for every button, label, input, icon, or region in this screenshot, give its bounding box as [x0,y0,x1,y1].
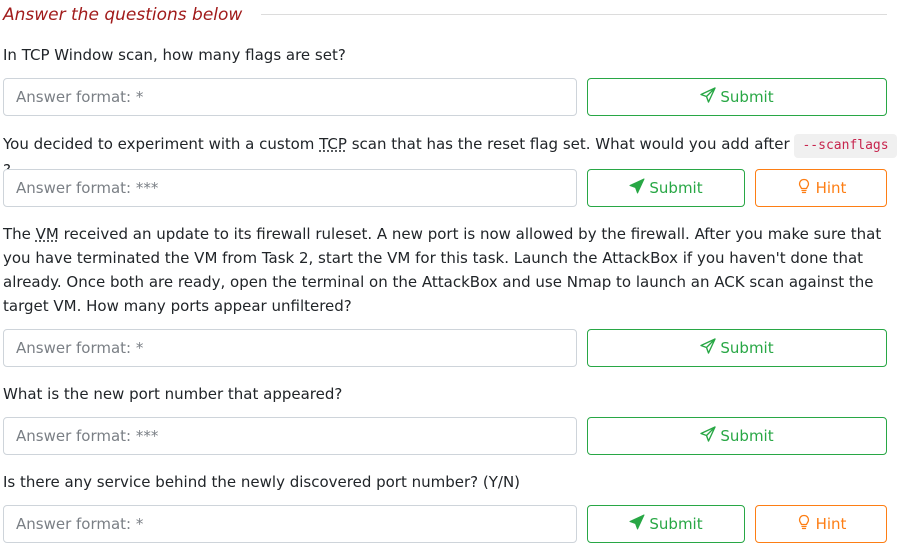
question-2-submit-button[interactable]: Submit [587,169,745,207]
question-2-text-middle: scan that has the reset flag set. What w… [346,135,795,153]
lightbulb-icon [796,514,812,534]
scanflags-code: --scanflags [794,134,897,158]
question-2-text-start: You decided to experiment with a custom [3,135,320,153]
paper-plane-icon [700,338,717,358]
header-divider [261,14,887,15]
paper-plane-icon [629,178,645,198]
section-title: Answer the questions below [3,5,243,25]
submit-label: Submit [649,179,703,197]
question-5-hint-button[interactable]: Hint [755,505,887,543]
tcp-abbreviation: TCP [319,135,347,153]
question-3-text-rest: received an update to its firewall rules… [3,225,882,315]
question-4-submit-button[interactable]: Submit [587,417,887,455]
question-4-answer-input[interactable] [3,417,577,455]
question-1-answer-input[interactable] [3,78,577,116]
question-3-answer-input[interactable] [3,329,577,367]
question-5-submit-button[interactable]: Submit [587,505,745,543]
question-2-hint-button[interactable]: Hint [755,169,887,207]
question-3-text: The VM received an update to its firewal… [3,222,887,318]
hint-label: Hint [815,179,847,197]
question-5-text: Is there any service behind the newly di… [3,473,521,491]
paper-plane-icon [700,426,717,446]
section-header: Answer the questions below [3,4,887,26]
submit-label: Submit [720,88,774,106]
question-5-answer-input[interactable] [3,505,577,543]
hint-label: Hint [815,515,847,533]
paper-plane-icon [700,87,717,107]
paper-plane-icon [629,514,645,534]
vm-abbreviation: VM [35,225,59,243]
submit-label: Submit [720,427,774,445]
question-4-text: What is the new port number that appeare… [3,385,343,403]
question-1-submit-button[interactable]: Submit [587,78,887,116]
lightbulb-icon [796,178,812,198]
submit-label: Submit [720,339,774,357]
question-2-answer-input[interactable] [3,169,577,207]
question-1-text: In TCP Window scan, how many flags are s… [3,46,346,64]
submit-label: Submit [649,515,703,533]
question-3-submit-button[interactable]: Submit [587,329,887,367]
question-3-text-start: The [3,225,36,243]
